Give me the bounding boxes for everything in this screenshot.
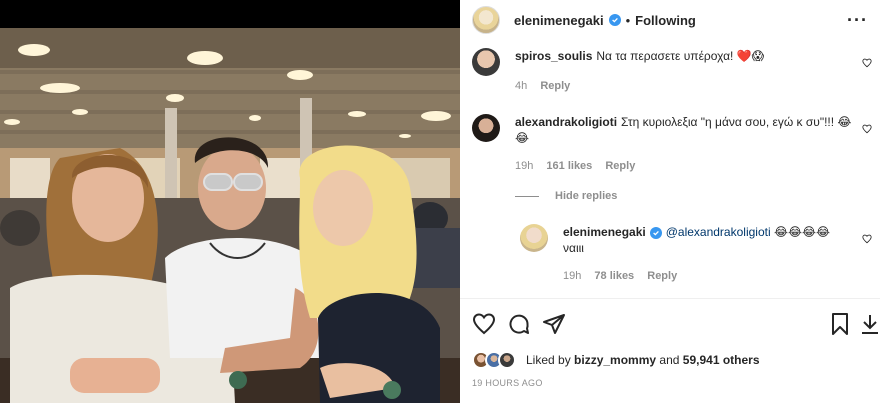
avatar[interactable] bbox=[520, 224, 548, 252]
post-header: elenimenegaki • Following ··· bbox=[460, 0, 880, 40]
following-button[interactable]: Following bbox=[635, 13, 696, 28]
post-panel: elenimenegaki • Following ··· spiros_sou… bbox=[460, 0, 880, 403]
heart-icon[interactable] bbox=[472, 312, 496, 336]
avatar[interactable] bbox=[498, 351, 516, 369]
avatar[interactable] bbox=[472, 6, 500, 34]
likes-count[interactable]: 59,941 others bbox=[683, 353, 760, 367]
comments-list[interactable]: spiros_soulis Να τα περασετε υπέροχα! ❤️😱… bbox=[460, 40, 880, 298]
heart-icon[interactable] bbox=[862, 58, 872, 68]
comment-time[interactable]: 4h bbox=[515, 80, 527, 92]
reply-emojis: 😂😂😂😂 bbox=[773, 225, 831, 239]
liker-avatars bbox=[472, 351, 518, 369]
comment-body: spiros_soulis Να τα περασετε υπέροχα! ❤️😱 bbox=[515, 48, 865, 64]
reply-body: elenimenegaki @alexandrakoligioti 😂😂😂😂 να… bbox=[563, 224, 863, 256]
reply-button[interactable]: Reply bbox=[647, 270, 677, 282]
likes-summary: Liked by bizzy_mommy and 59,941 others bbox=[472, 350, 760, 370]
hide-replies-label: Hide replies bbox=[555, 190, 618, 202]
avatar[interactable] bbox=[472, 114, 500, 142]
heart-icon[interactable] bbox=[862, 124, 872, 134]
hide-replies-line bbox=[515, 195, 539, 197]
divider bbox=[460, 298, 880, 299]
photo-scene bbox=[0, 28, 460, 403]
reply-button[interactable]: Reply bbox=[605, 160, 635, 172]
liker-username[interactable]: bizzy_mommy bbox=[574, 353, 656, 367]
heart-icon[interactable] bbox=[862, 234, 872, 244]
download-icon[interactable] bbox=[858, 312, 880, 336]
share-icon[interactable] bbox=[542, 312, 566, 336]
avatar[interactable] bbox=[472, 48, 500, 76]
verified-icon bbox=[649, 227, 662, 239]
likes-and: and bbox=[659, 353, 680, 367]
header-username[interactable]: elenimenegaki bbox=[514, 13, 604, 28]
reply-username[interactable]: elenimenegaki bbox=[563, 225, 646, 239]
comment-username[interactable]: spiros_soulis bbox=[515, 49, 592, 63]
post-timestamp[interactable]: 19 HOURS AGO bbox=[472, 378, 543, 388]
header-separator: • bbox=[625, 12, 631, 28]
reply-meta: 19h 78 likes Reply bbox=[563, 270, 687, 282]
hide-replies-button[interactable]: Hide replies bbox=[515, 190, 617, 202]
reply-time[interactable]: 19h bbox=[563, 270, 581, 282]
more-icon[interactable]: ··· bbox=[847, 10, 868, 31]
verified-icon bbox=[608, 14, 621, 26]
comment-item: alexandrakoligioti Στη κυριολεξια "η μάνα… bbox=[472, 114, 872, 184]
comment-time[interactable]: 19h bbox=[515, 160, 533, 172]
likes-text: Liked by bizzy_mommy and 59,941 others bbox=[526, 353, 760, 367]
comment-body: alexandrakoligioti Στη κυριολεξια "η μάνα… bbox=[515, 114, 865, 146]
comment-text: Να τα περασετε υπέροχα! ❤️😱 bbox=[596, 49, 765, 63]
comment-icon[interactable] bbox=[507, 312, 531, 336]
action-bar bbox=[460, 312, 880, 342]
reply-likes[interactable]: 78 likes bbox=[594, 270, 634, 282]
bookmark-icon[interactable] bbox=[828, 312, 852, 336]
photo-top-bar bbox=[0, 0, 460, 28]
comment-username[interactable]: alexandrakoligioti bbox=[515, 115, 617, 129]
reply-mention[interactable]: @alexandrakoligioti bbox=[666, 225, 771, 239]
comment-meta: 19h 161 likes Reply bbox=[515, 160, 645, 172]
post-photo[interactable] bbox=[0, 0, 460, 403]
reply-text: ναιιι bbox=[563, 241, 584, 255]
reply-button[interactable]: Reply bbox=[540, 80, 570, 92]
reply-item: elenimenegaki @alexandrakoligioti 😂😂😂😂 να… bbox=[520, 224, 872, 294]
comment-item: spiros_soulis Να τα περασετε υπέροχα! ❤️😱… bbox=[472, 48, 872, 98]
comment-likes[interactable]: 161 likes bbox=[546, 160, 592, 172]
comment-meta: 4h Reply bbox=[515, 80, 580, 92]
likes-prefix: Liked by bbox=[526, 353, 571, 367]
